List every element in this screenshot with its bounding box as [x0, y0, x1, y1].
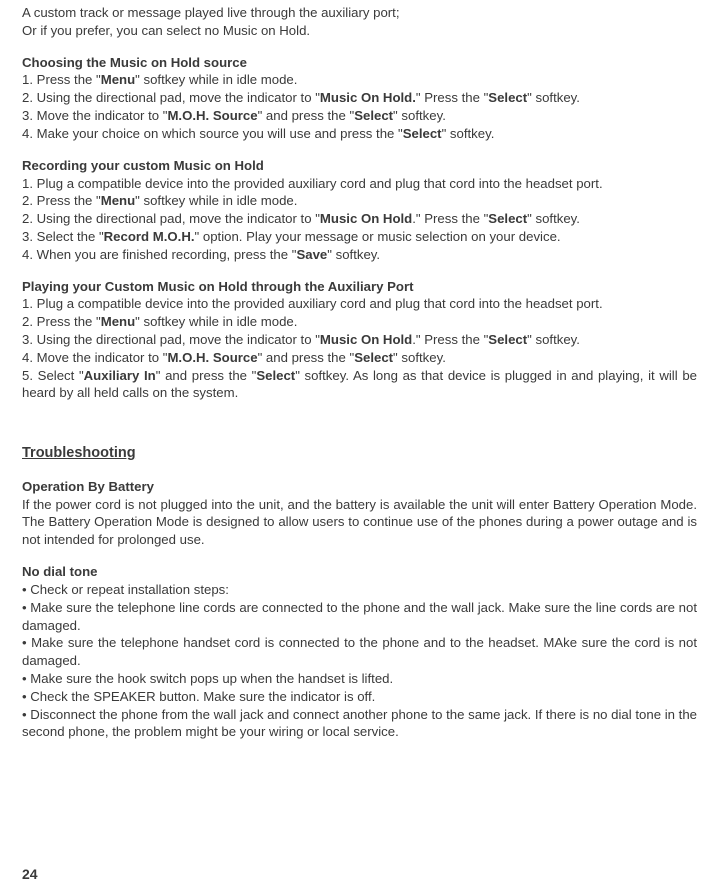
choose-step-4: 4. Make your choice on which source you … [22, 125, 697, 143]
record-step-1: 1. Plug a compatible device into the pro… [22, 175, 697, 193]
choose-step-2: 2. Using the directional pad, move the i… [22, 89, 697, 107]
page-number: 24 [22, 865, 38, 884]
play-step-1: 1. Plug a compatible device into the pro… [22, 295, 697, 313]
record-step-2: 2. Press the "Menu" softkey while in idl… [22, 192, 697, 210]
play-step-4: 4. Move the indicator to "M.O.H. Source"… [22, 349, 697, 367]
battery-title: Operation By Battery [22, 478, 697, 496]
nodial-bullet-6: • Disconnect the phone from the wall jac… [22, 706, 697, 742]
play-step-2: 2. Press the "Menu" softkey while in idl… [22, 313, 697, 331]
nodial-bullet-2: • Make sure the telephone line cords are… [22, 599, 697, 635]
section-title-playing: Playing your Custom Music on Hold throug… [22, 278, 697, 296]
intro-line-1: A custom track or message played live th… [22, 4, 697, 22]
nodial-title: No dial tone [22, 563, 697, 581]
section-title-recording: Recording your custom Music on Hold [22, 157, 697, 175]
troubleshooting-heading: Troubleshooting [22, 444, 697, 464]
intro-line-2: Or if you prefer, you can select no Musi… [22, 22, 697, 40]
section-title-choosing: Choosing the Music on Hold source [22, 54, 697, 72]
play-step-3: 3. Using the directional pad, move the i… [22, 331, 697, 349]
choose-step-1: 1. Press the "Menu" softkey while in idl… [22, 71, 697, 89]
nodial-bullet-1: • Check or repeat installation steps: [22, 581, 697, 599]
nodial-bullet-3: • Make sure the telephone handset cord i… [22, 634, 697, 670]
play-step-5: 5. Select "Auxiliary In" and press the "… [22, 367, 697, 403]
choose-step-3: 3. Move the indicator to "M.O.H. Source"… [22, 107, 697, 125]
document-page: A custom track or message played live th… [0, 0, 715, 892]
record-step-4: 3. Select the "Record M.O.H." option. Pl… [22, 228, 697, 246]
record-step-3: 2. Using the directional pad, move the i… [22, 210, 697, 228]
nodial-bullet-4: • Make sure the hook switch pops up when… [22, 670, 697, 688]
nodial-bullet-5: • Check the SPEAKER button. Make sure th… [22, 688, 697, 706]
battery-body: If the power cord is not plugged into th… [22, 496, 697, 549]
record-step-5: 4. When you are finished recording, pres… [22, 246, 697, 264]
